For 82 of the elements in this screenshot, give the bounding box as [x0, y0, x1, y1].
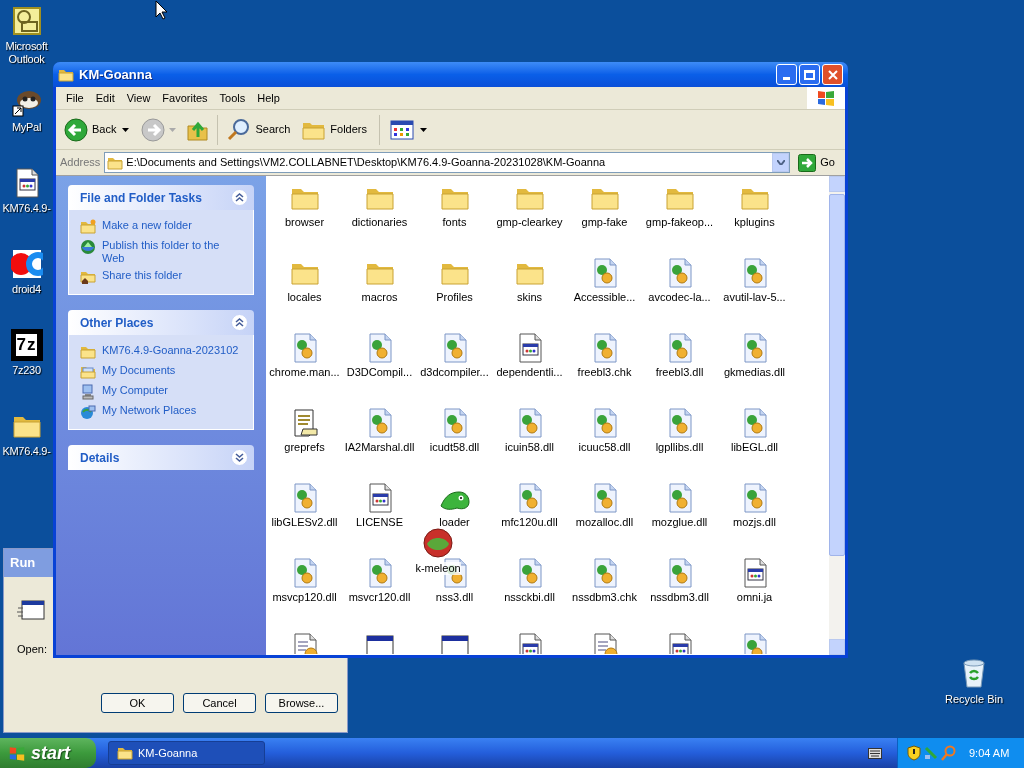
file-name[interactable]: nssdbm3.dll [650, 591, 709, 604]
taskbar-button[interactable]: KM-Goanna [108, 741, 265, 765]
desktop-icon-label[interactable]: KM76.4.9- [0, 445, 53, 458]
field-label: Open: [17, 642, 47, 657]
file-name[interactable]: libGLESv2.dll [271, 516, 338, 529]
file-name[interactable]: nssdbm3.chk [572, 591, 637, 604]
file-name[interactable]: gmp-clearkey [496, 216, 563, 229]
file-name[interactable]: chrome.man... [269, 366, 340, 379]
menu-item[interactable]: Edit [89, 89, 121, 107]
file-name[interactable]: loader [439, 516, 470, 529]
go-button[interactable]: Go [794, 153, 841, 172]
task-link[interactable]: My Network Places [102, 404, 197, 417]
desktop-icon-label[interactable]: Microsoft Outlook [0, 40, 53, 66]
file-name[interactable]: kplugins [734, 216, 775, 229]
desktop-icon-label[interactable]: KM76.4.9- [0, 202, 53, 215]
task-link[interactable]: Share this folder [102, 269, 183, 282]
window-title: KM-Goanna [79, 65, 152, 84]
file-name[interactable]: avutil-lav-5... [723, 291, 786, 304]
dialog-button[interactable]: OK [101, 693, 174, 713]
menu-item[interactable]: Tools [213, 89, 252, 107]
file-name[interactable]: icuin58.dll [505, 441, 554, 454]
file-name[interactable]: libEGL.dll [730, 441, 779, 454]
start-button[interactable]: start [0, 738, 96, 768]
desktop-icon-label[interactable]: 7z230 [0, 364, 53, 377]
file-name[interactable]: k-meleon [415, 562, 461, 575]
file-name[interactable]: fonts [442, 216, 467, 229]
menu-item[interactable]: File [60, 89, 90, 107]
file-name[interactable]: gkmedias.dll [723, 366, 786, 379]
file-name[interactable]: nss3.dll [435, 591, 474, 604]
file-name[interactable]: LICENSE [355, 516, 404, 529]
task-link[interactable]: Publish this folder to the Web [102, 239, 242, 265]
file-name[interactable]: icudt58.dll [429, 441, 480, 454]
clock: 9:04 AM [969, 745, 1010, 761]
panel-header[interactable]: Details [68, 445, 254, 470]
file-name[interactable]: msvcr120.dll [348, 591, 411, 604]
file-name[interactable]: mfc120u.dll [501, 516, 558, 529]
file-name[interactable]: IA2Marshal.dll [344, 441, 415, 454]
task-link[interactable]: KM76.4.9-Goanna-2023102 [102, 344, 239, 357]
file-name[interactable]: mozalloc.dll [575, 516, 634, 529]
task-link[interactable]: My Computer [102, 384, 169, 397]
file-name[interactable]: msvcp120.dll [272, 591, 337, 604]
folders-button[interactable]: Folders [300, 112, 369, 147]
file-name[interactable]: d3dcompiler... [420, 366, 489, 379]
desktop-icon-label[interactable]: droid4 [0, 283, 53, 296]
file-name[interactable]: lgpllibs.dll [655, 441, 704, 454]
window-title: Run [10, 554, 36, 573]
file-name[interactable]: gmp-fakeop... [645, 216, 714, 229]
panel-header[interactable]: File and Folder Tasks [68, 185, 254, 210]
archive-logo[interactable]: 7z [10, 329, 43, 361]
panel-header[interactable]: Other Places [68, 310, 254, 335]
menu-item[interactable]: Help [251, 89, 286, 107]
file-name[interactable]: freebl3.chk [577, 366, 632, 379]
file-name[interactable]: Profiles [436, 291, 473, 304]
file-name[interactable]: D3DCompil... [346, 366, 413, 379]
file-name[interactable]: nssckbi.dll [504, 591, 555, 604]
task-link[interactable]: My Documents [102, 364, 176, 377]
file-name[interactable]: icuuc58.dll [578, 441, 631, 454]
dialog-button[interactable]: Cancel [183, 693, 256, 713]
address-label: Address [60, 155, 101, 171]
file-name[interactable]: browser [284, 216, 325, 229]
search-button[interactable]: Search [225, 112, 293, 147]
address-field[interactable]: E:\Documents and Settings\VM2.COLLABNET\Desktop\KM76.4.9-Goanna-20231028\KM-Goanna [104, 152, 791, 173]
file-name[interactable]: macros [361, 291, 398, 304]
file-name[interactable]: locales [287, 291, 322, 304]
file-name[interactable]: greprefs [284, 441, 325, 454]
menu-item[interactable]: Favorites [156, 89, 214, 107]
file-name[interactable]: skins [516, 291, 543, 304]
dialog-button[interactable]: Browse... [265, 693, 338, 713]
task-link[interactable]: Make a new folder [102, 219, 192, 232]
desktop-icon-label[interactable]: Recycle Bin [944, 693, 1004, 706]
file-name[interactable]: omni.ja [736, 591, 773, 604]
file-name[interactable]: mozjs.dll [733, 516, 776, 529]
back-button[interactable]: Back [62, 112, 119, 147]
file-name[interactable]: dependentli... [496, 366, 563, 379]
file-name[interactable]: freebl3.dll [655, 366, 704, 379]
file-name[interactable]: dictionaries [351, 216, 408, 229]
file-name[interactable]: mozglue.dll [651, 516, 708, 529]
file-name[interactable]: avcodec-la... [648, 291, 711, 304]
desktop-icon-label[interactable]: MyPal [0, 121, 53, 134]
menu-item[interactable]: View [120, 89, 157, 107]
file-name[interactable]: Accessible... [573, 291, 636, 304]
file-name[interactable]: gmp-fake [581, 216, 628, 229]
